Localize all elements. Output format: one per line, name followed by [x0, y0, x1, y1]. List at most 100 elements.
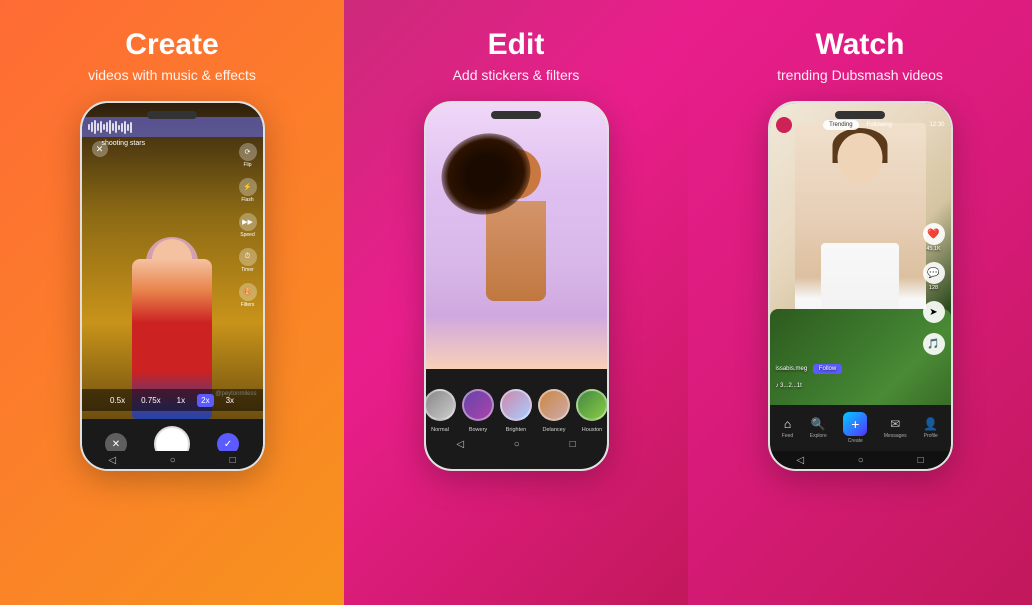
waveform-bar — [94, 120, 96, 134]
app-logo — [776, 117, 792, 133]
filter-labels: Normal Bowery Brighten Delancey Houston — [426, 427, 607, 433]
create-phone: shooting stars ✕ ⟳ Flip ⚡ Flash ▶▶ S — [80, 101, 265, 471]
waveform-bar — [127, 124, 129, 131]
home-nav-icon: ⌂ — [784, 417, 791, 431]
waveform-bar — [106, 122, 108, 132]
explore-icon: 🔍 — [811, 417, 826, 431]
flash-icon: ⚡ — [239, 178, 257, 196]
waveform-bar — [118, 125, 120, 130]
flip-label: Flip — [243, 162, 251, 168]
waveform-bar — [97, 123, 99, 131]
share-icon: ➤ — [923, 301, 945, 323]
share-button[interactable]: ➤ — [923, 301, 945, 323]
like-button[interactable]: ❤️ 45.1K — [923, 223, 945, 252]
speed-0.5x[interactable]: 0.5x — [106, 394, 129, 407]
speed-icon: ▶▶ — [239, 213, 257, 231]
waveform-bar — [121, 123, 123, 132]
recents-icon[interactable]: □ — [230, 455, 236, 466]
filters-icon: 🎨 — [239, 283, 257, 301]
feed-nav-item[interactable]: ⌂ Feed — [782, 417, 793, 439]
waveform-bar — [130, 122, 132, 133]
filter-delancey[interactable] — [538, 389, 570, 421]
create-label: Create — [848, 438, 863, 444]
filter-normal[interactable] — [426, 389, 457, 421]
audio-button[interactable]: 🎵 — [923, 333, 945, 355]
phone-notch-edit — [491, 111, 541, 119]
filter-bowery[interactable] — [462, 389, 494, 421]
explore-nav-item[interactable]: 🔍 Explore — [810, 417, 827, 439]
timer-icon: ⏱ — [239, 248, 257, 266]
home-icon-watch[interactable]: ○ — [858, 455, 864, 466]
music-label: ♪ 3...2...1t — [776, 383, 802, 389]
speed-1x[interactable]: 1x — [173, 394, 189, 407]
waveform-bar — [109, 120, 111, 134]
comment-icon: 💬 — [923, 262, 945, 284]
waveform — [88, 120, 257, 134]
filter-label-houston: Houston — [576, 427, 607, 433]
edit-phone: Normal Bowery Brighten Delancey Houston … — [424, 101, 609, 471]
follow-button[interactable]: Follow — [813, 364, 842, 374]
waveform-bar — [103, 124, 105, 130]
speed-2x[interactable]: 2x — [197, 394, 213, 407]
speed-control[interactable]: ▶▶ Speed — [239, 213, 257, 238]
timer-control[interactable]: ⏱ Timer — [239, 248, 257, 273]
speed-3x[interactable]: 3x — [222, 394, 238, 407]
filter-label-delancey: Delancey — [538, 427, 570, 433]
create-background: shooting stars ✕ ⟳ Flip ⚡ Flash ▶▶ S — [82, 103, 263, 469]
filter-brighten[interactable] — [500, 389, 532, 421]
flash-control[interactable]: ⚡ Flash — [239, 178, 257, 203]
home-icon[interactable]: ○ — [170, 455, 176, 466]
messages-nav-item[interactable]: ✉ Messages — [884, 417, 907, 439]
phone-notch — [147, 111, 197, 119]
recents-icon-edit[interactable]: □ — [570, 439, 576, 450]
filter-label-brighten: Brighten — [500, 427, 532, 433]
create-top-bar — [82, 117, 263, 137]
watch-phone: Trending Following 12:30 — [768, 101, 953, 471]
person-head-watch — [838, 133, 883, 183]
home-icon-edit[interactable]: ○ — [514, 439, 520, 450]
audio-icon: 🎵 — [923, 333, 945, 355]
back-icon-watch[interactable]: ◁ — [796, 455, 804, 466]
following-tab[interactable]: Following — [861, 120, 898, 130]
speed-0.75x[interactable]: 0.75x — [137, 394, 165, 407]
create-nav-item[interactable]: + Create — [843, 412, 867, 444]
filter-label-normal: Normal — [426, 427, 457, 433]
timer-label: Timer — [241, 267, 254, 273]
watch-tabs: Trending Following — [823, 120, 898, 130]
waveform-bar — [124, 121, 126, 134]
camera-controls: ⟳ Flip ⚡ Flash ▶▶ Speed ⏱ Timer — [239, 143, 257, 308]
trending-tab[interactable]: Trending — [823, 120, 858, 130]
edit-panel: Edit Add stickers & filters — [344, 0, 688, 605]
profile-icon: 👤 — [923, 417, 938, 431]
create-subtitle: videos with music & effects — [88, 67, 256, 83]
back-icon[interactable]: ◁ — [108, 455, 116, 466]
close-button[interactable]: ✕ — [92, 141, 108, 157]
profile-nav-item[interactable]: 👤 Profile — [923, 417, 938, 439]
back-icon-edit[interactable]: ◁ — [456, 439, 464, 450]
android-nav: ◁ ○ □ — [82, 451, 263, 469]
android-nav-watch: ◁ ○ □ — [770, 451, 951, 469]
waveform-bar — [100, 121, 102, 133]
create-screen: shooting stars ✕ ⟳ Flip ⚡ Flash ▶▶ S — [82, 103, 263, 469]
song-label: shooting stars — [102, 140, 146, 147]
create-nav-icon: + — [843, 412, 867, 436]
comment-count: 128 — [929, 285, 938, 291]
like-count: 45.1K — [926, 246, 940, 252]
filters-control[interactable]: 🎨 Filters — [239, 283, 257, 308]
recents-icon-watch[interactable]: □ — [918, 455, 924, 466]
username-text: issabis.meg — [776, 366, 808, 372]
flip-control[interactable]: ⟳ Flip — [239, 143, 257, 168]
waveform-bar — [88, 124, 90, 130]
action-buttons: ❤️ 45.1K 💬 128 ➤ 🎵 — [923, 223, 945, 355]
edit-screen: Normal Bowery Brighten Delancey Houston … — [426, 103, 607, 469]
watch-panel: Watch trending Dubsmash videos Trending … — [688, 0, 1032, 605]
profile-label: Profile — [924, 433, 938, 439]
filter-houston[interactable] — [576, 389, 607, 421]
create-panel: Create videos with music & effects — [0, 0, 344, 605]
watch-title: Watch — [816, 28, 905, 61]
person-edit-silhouette — [461, 129, 571, 369]
watch-screen: Trending Following 12:30 — [770, 103, 951, 469]
comment-button[interactable]: 💬 128 — [923, 262, 945, 291]
messages-label: Messages — [884, 433, 907, 439]
flip-icon: ⟳ — [239, 143, 257, 161]
